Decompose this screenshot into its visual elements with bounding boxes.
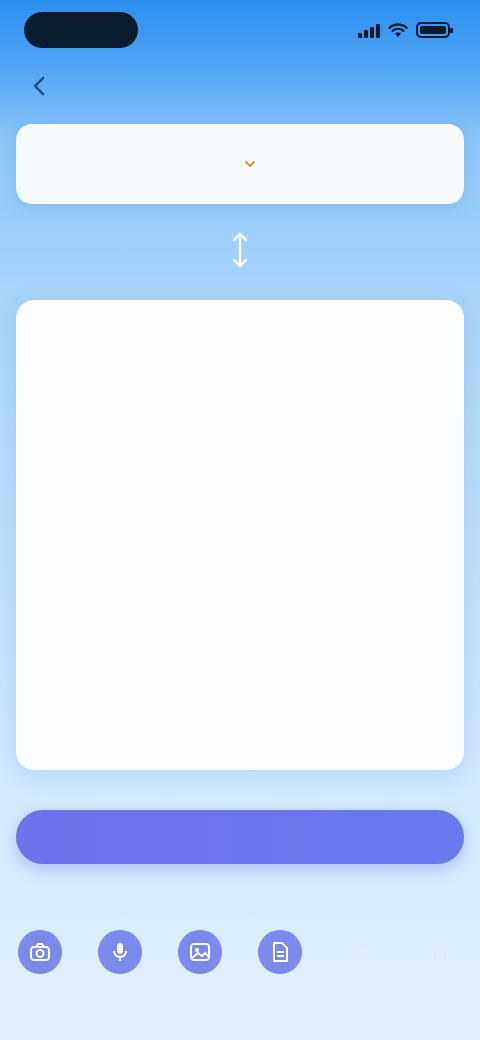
document-button[interactable]: [258, 930, 302, 974]
camera-icon: [30, 943, 50, 961]
status-time: [24, 12, 138, 48]
battery-icon: [416, 22, 453, 38]
signal-icon: [358, 22, 380, 38]
wifi-icon: [388, 23, 408, 37]
history-icon: [351, 943, 369, 961]
image-button[interactable]: [178, 930, 222, 974]
swap-languages-button[interactable]: [222, 228, 258, 272]
tool-row: [0, 930, 480, 1000]
language-selector[interactable]: [209, 149, 271, 179]
microphone-icon: [113, 943, 127, 961]
status-icons: [358, 18, 453, 42]
text-input-card: [16, 300, 464, 770]
star-icon: [430, 942, 450, 962]
favorites-button[interactable]: [418, 930, 462, 974]
history-button[interactable]: [338, 930, 382, 974]
status-bar: [0, 0, 480, 62]
camera-button[interactable]: [18, 930, 62, 974]
translate-button[interactable]: [16, 810, 464, 864]
chevron-down-icon: [245, 161, 255, 167]
document-icon: [273, 942, 288, 962]
swap-vertical-icon: [232, 232, 248, 268]
image-icon: [190, 943, 210, 961]
back-button[interactable]: [20, 66, 60, 106]
language-card: [16, 124, 464, 204]
microphone-button[interactable]: [98, 930, 142, 974]
arrow-left-icon: [33, 76, 45, 96]
source-text-input[interactable]: [40, 322, 440, 748]
